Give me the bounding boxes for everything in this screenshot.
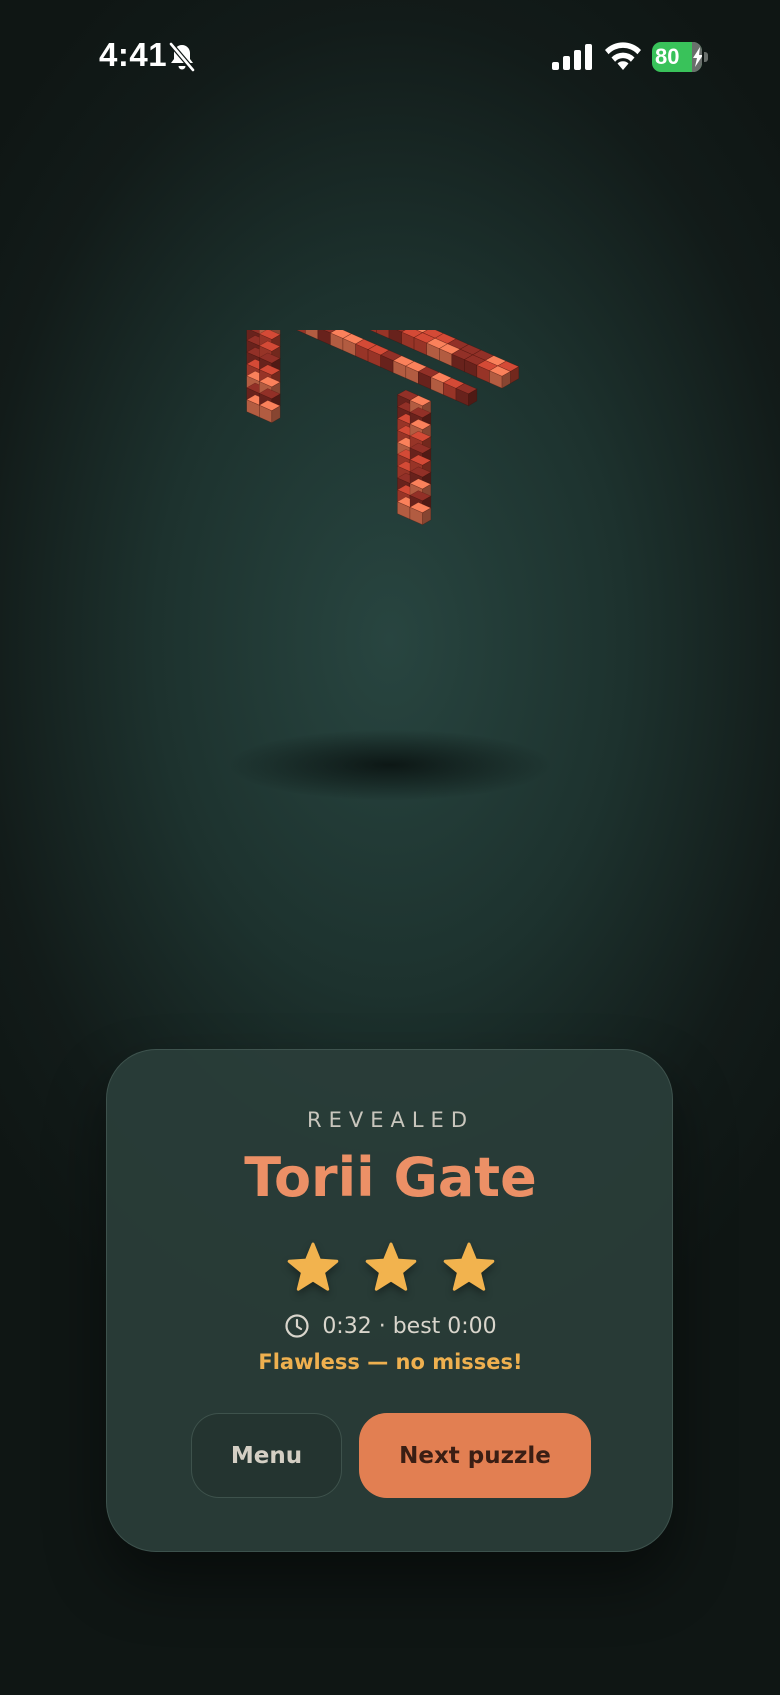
- flawless-message: Flawless — no misses!: [258, 1350, 523, 1374]
- menu-button[interactable]: Menu: [191, 1413, 342, 1498]
- star-icon: [365, 1242, 416, 1291]
- star-rating: [107, 1242, 674, 1296]
- time-row: 0:32 · best 0:00: [107, 1310, 674, 1342]
- battery-cap: [704, 52, 708, 62]
- revealed-label: REVEALED: [307, 1108, 474, 1132]
- time-text: 0:32 · best 0:00: [322, 1313, 497, 1339]
- battery-percent: 80: [655, 44, 680, 69]
- clock-icon: [285, 1314, 309, 1338]
- result-card: REVEALED Torii Gate 0:32 · best 0:00 Fla…: [106, 1049, 673, 1552]
- status-bar: 4:41 80: [0, 0, 780, 115]
- bell-slash-icon: [168, 42, 196, 72]
- star-icon: [443, 1242, 494, 1291]
- battery-icon: 80: [652, 42, 708, 72]
- torii-gate-voxel-model[interactable]: [170, 330, 610, 730]
- status-time: 4:41: [99, 36, 168, 73]
- battery-body: 80: [652, 42, 702, 72]
- model-shadow: [230, 730, 550, 800]
- charging-bolt-icon: [693, 47, 702, 67]
- next-puzzle-button[interactable]: Next puzzle: [359, 1413, 591, 1498]
- signal-icon: [552, 44, 592, 70]
- star-icon: [287, 1242, 338, 1291]
- voxel-cube: [455, 383, 478, 407]
- wifi-icon: [605, 42, 641, 70]
- puzzle-title: Torii Gate: [244, 1146, 537, 1209]
